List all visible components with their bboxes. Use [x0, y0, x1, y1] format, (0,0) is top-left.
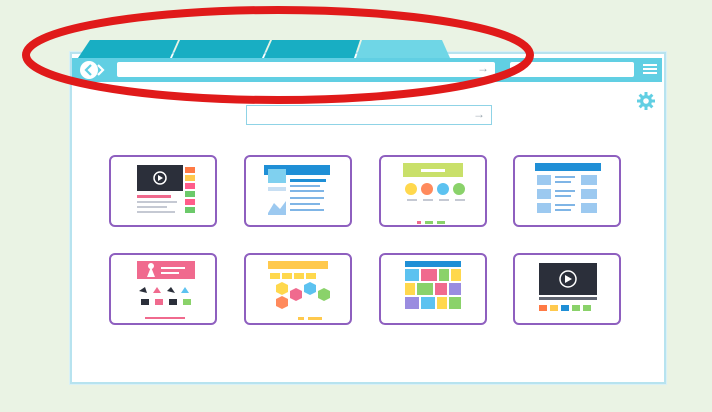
- thumbnail-hexagon-page[interactable]: [244, 253, 352, 325]
- thumbnail-video-page[interactable]: [109, 155, 217, 227]
- thumbnail-article-page[interactable]: [513, 155, 621, 227]
- toolbar-extension-field[interactable]: [510, 62, 634, 77]
- back-button[interactable]: [80, 61, 98, 79]
- thumbnail-color-tiles-page[interactable]: [379, 253, 487, 325]
- tab-1[interactable]: [78, 40, 178, 58]
- navigation-buttons: [79, 60, 107, 80]
- gear-icon[interactable]: [636, 91, 656, 111]
- tab-4-active[interactable]: [356, 40, 450, 58]
- search-input[interactable]: →: [246, 105, 492, 125]
- tab-3[interactable]: [264, 40, 360, 58]
- forward-button[interactable]: [97, 64, 105, 76]
- thumbnail-blog-page[interactable]: [244, 155, 352, 227]
- arrow-right-icon[interactable]: →: [477, 61, 489, 75]
- tab-2[interactable]: [172, 40, 270, 58]
- thumbnail-video-player-page[interactable]: [513, 253, 621, 325]
- thumbnail-shop-page[interactable]: [109, 253, 217, 325]
- thumbnail-icon-grid-page[interactable]: [379, 155, 487, 227]
- chevron-right-icon: [97, 64, 105, 76]
- hamburger-menu-icon[interactable]: [643, 62, 657, 76]
- address-bar[interactable]: →: [117, 61, 495, 77]
- arrow-right-icon[interactable]: →: [473, 107, 485, 121]
